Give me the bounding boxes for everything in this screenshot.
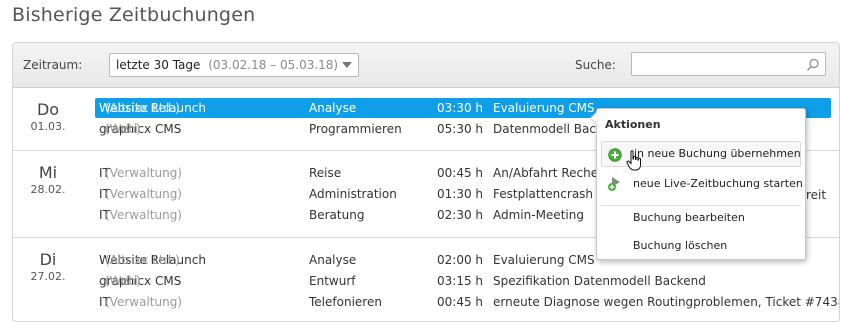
day-cell: Mi 28.02. bbox=[13, 151, 83, 196]
search-label: Suche: bbox=[575, 58, 616, 72]
duration: 02:30 h bbox=[437, 208, 484, 222]
activity: Beratung bbox=[309, 208, 365, 222]
activity: Analyse bbox=[309, 253, 357, 267]
search-field[interactable] bbox=[631, 52, 826, 76]
description: Admin-Meeting bbox=[493, 208, 584, 222]
day-date: 27.02. bbox=[30, 270, 66, 283]
client-name: (Verwaltung) bbox=[105, 187, 182, 201]
booking-row[interactable]: graphicx CMS (Web) Entwurf 03:15 h Spezif… bbox=[95, 271, 831, 291]
chevron-down-icon bbox=[342, 62, 352, 68]
description: Evaluierung CMS bbox=[493, 253, 595, 267]
day-cell: Di 27.02. bbox=[13, 238, 83, 283]
duration: 02:00 h bbox=[437, 253, 484, 267]
client-name: (Web) bbox=[105, 122, 141, 136]
menu-item-label: Buchung löschen bbox=[633, 239, 728, 252]
description: Evaluierung CMS bbox=[493, 101, 595, 115]
activity: Reise bbox=[309, 166, 342, 180]
activity: Programmieren bbox=[309, 122, 402, 136]
client-name: (Altrixx Ltd.) bbox=[105, 101, 180, 115]
range-dates: (03.02.18 – 05.03.18) bbox=[208, 58, 339, 72]
search-input[interactable] bbox=[632, 53, 802, 75]
actions-context-menu: Aktionen in neue Buchung übernehmen neue… bbox=[590, 108, 806, 260]
activity: Administration bbox=[309, 187, 397, 201]
description: Spezifikation Datenmodell Backend bbox=[493, 274, 706, 288]
search-icon[interactable] bbox=[806, 57, 820, 76]
range-value: letzte 30 Tage bbox=[116, 58, 201, 72]
description: An/Abfahrt Reche bbox=[493, 166, 599, 180]
description: erneute Diagnose wegen Routingproblemen,… bbox=[493, 295, 840, 309]
menu-item-edit-booking[interactable]: Buchung bearbeiten bbox=[601, 205, 801, 231]
activity: Telefonieren bbox=[309, 295, 382, 309]
day-name: Mi bbox=[38, 163, 58, 182]
description: Festplattencrash r bbox=[493, 187, 602, 201]
client-name: (Verwaltung) bbox=[105, 295, 182, 309]
duration: 03:30 h bbox=[437, 101, 484, 115]
day-date: 28.02. bbox=[30, 183, 66, 196]
menu-item-label: Buchung bearbeiten bbox=[633, 211, 745, 224]
menu-item-delete-booking[interactable]: Buchung löschen bbox=[601, 233, 801, 259]
duration: 00:45 h bbox=[437, 166, 484, 180]
booking-row[interactable]: IT (Verwaltung) Telefonieren 00:45 h erne… bbox=[95, 292, 839, 312]
range-select[interactable]: letzte 30 Tage (03.02.18 – 05.03.18) bbox=[109, 53, 359, 77]
day-name: Di bbox=[39, 250, 57, 269]
client-name: (Verwaltung) bbox=[105, 208, 182, 222]
menu-item-label: in neue Buchung übernehmen bbox=[634, 147, 801, 160]
play-plus-icon bbox=[607, 176, 623, 202]
page-title: Bisherige Zeitbuchungen bbox=[12, 4, 256, 26]
client-name: (Altrixx Ltd.) bbox=[105, 253, 180, 267]
client-name: (Verwaltung) bbox=[105, 166, 182, 180]
context-menu-title: Aktionen bbox=[605, 118, 661, 131]
day-cell: Do 01.03. bbox=[13, 88, 83, 133]
duration: 00:45 h bbox=[437, 295, 484, 309]
range-label: Zeitraum: bbox=[23, 58, 83, 72]
activity: Analyse bbox=[309, 101, 357, 115]
day-name: Do bbox=[36, 100, 60, 119]
client-name: (Web) bbox=[105, 274, 141, 288]
menu-item-label: neue Live-Zeitbuchung starten bbox=[633, 177, 803, 190]
hand-cursor-icon bbox=[626, 150, 642, 176]
plus-circle-icon bbox=[608, 147, 622, 171]
duration: 01:30 h bbox=[437, 187, 484, 201]
overflow-description-text: reit bbox=[806, 188, 827, 202]
day-date: 01.03. bbox=[30, 120, 66, 133]
duration: 03:15 h bbox=[437, 274, 484, 288]
activity: Entwurf bbox=[309, 274, 356, 288]
filter-toolbar: Zeitraum: letzte 30 Tage (03.02.18 – 05.… bbox=[13, 43, 839, 88]
duration: 05:30 h bbox=[437, 122, 484, 136]
